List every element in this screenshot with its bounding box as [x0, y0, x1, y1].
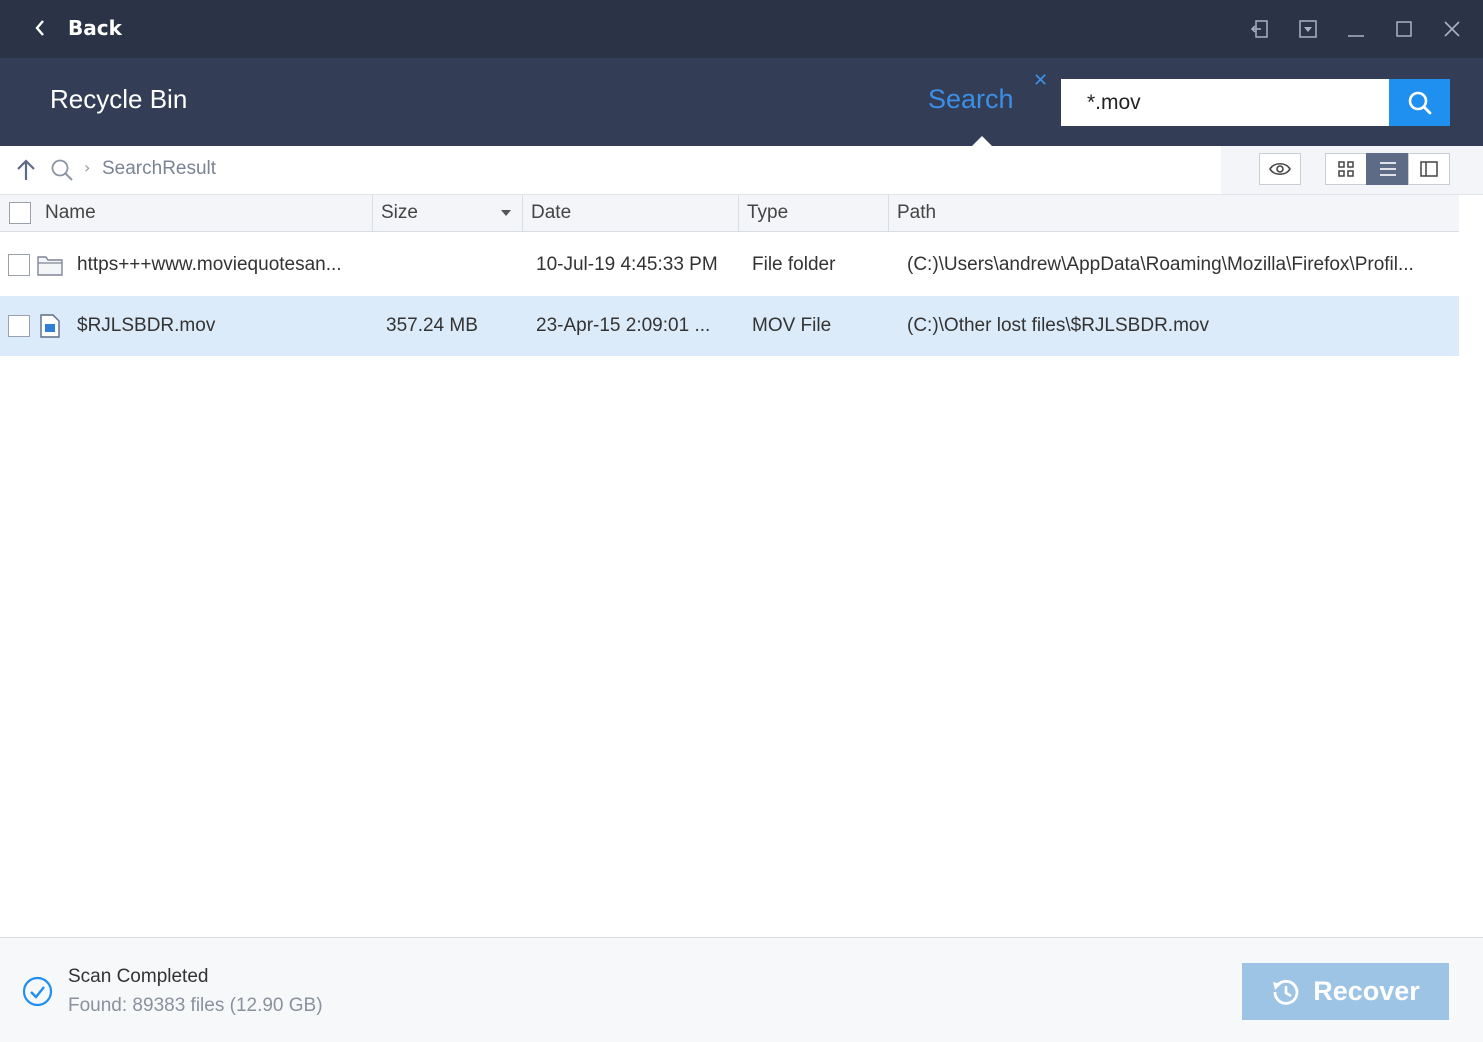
file-size: 357.24 MB [386, 315, 478, 336]
minimize-icon[interactable] [1343, 16, 1369, 42]
back-label: Back [68, 16, 122, 40]
search-button[interactable] [1389, 79, 1450, 126]
chevron-right-icon: › [84, 158, 91, 177]
file-path: (C:)\Users\andrew\AppData\Roaming\Mozill… [907, 254, 1414, 275]
file-path: (C:)\Other lost files\$RJLSBDR.mov [907, 315, 1209, 336]
recover-button[interactable]: Recover [1242, 963, 1449, 1020]
sort-down-icon [501, 210, 511, 216]
grid-view-button[interactable] [1325, 153, 1367, 185]
column-header-path[interactable]: Path [889, 195, 1459, 231]
menu-dropdown-icon[interactable] [1295, 16, 1321, 42]
row-checkbox[interactable] [8, 315, 30, 337]
toolbar: › SearchResult [0, 146, 1483, 195]
view-controls [1221, 146, 1483, 194]
title-bar: Back [0, 0, 1483, 58]
up-arrow-icon[interactable] [14, 158, 38, 182]
table-row[interactable]: $RJLSBDR.mov 357.24 MB 23-Apr-15 2:09:01… [0, 296, 1459, 356]
search-tab[interactable]: Search [928, 84, 1014, 115]
file-type: MOV File [752, 315, 832, 336]
file-icon [40, 296, 62, 356]
column-header-date[interactable]: Date [523, 195, 739, 231]
close-icon[interactable] [1439, 16, 1465, 42]
table-header: Name Size Date Type Path [0, 195, 1459, 232]
search-icon [1408, 91, 1431, 114]
column-header-size-label: Size [381, 202, 418, 223]
status-footer: Scan Completed Found: 89383 files (12.90… [0, 937, 1483, 1042]
list-view-button[interactable] [1366, 153, 1409, 185]
page-title: Recycle Bin [50, 84, 188, 114]
scrollbar-track[interactable] [1459, 195, 1483, 937]
file-name: $RJLSBDR.mov [77, 315, 216, 336]
check-circle-icon [22, 976, 53, 1007]
file-date: 23-Apr-15 2:09:01 ... [536, 315, 711, 336]
maximize-icon[interactable] [1391, 16, 1417, 42]
row-checkbox[interactable] [8, 254, 30, 276]
column-header-size[interactable]: Size [373, 195, 523, 231]
list-icon [1379, 162, 1396, 176]
back-button[interactable]: Back [34, 14, 122, 42]
column-header-type[interactable]: Type [739, 195, 889, 231]
detail-pane-icon [1420, 161, 1438, 177]
status-detail: Found: 89383 files (12.90 GB) [68, 995, 323, 1016]
header: Recycle Bin Search ✕ [0, 58, 1483, 146]
clear-search-icon[interactable]: ✕ [1033, 72, 1048, 90]
file-size [386, 235, 516, 295]
folder-icon [37, 235, 63, 295]
search-tab-indicator [972, 136, 992, 146]
exit-icon[interactable] [1247, 16, 1273, 42]
search-input[interactable] [1061, 79, 1389, 126]
preview-button[interactable] [1259, 153, 1301, 185]
status-title: Scan Completed [68, 966, 209, 987]
table-row[interactable]: https+++www.moviequotesan... 10-Jul-19 4… [0, 235, 1459, 295]
file-type: File folder [752, 254, 836, 275]
grid-icon [1338, 161, 1354, 177]
breadcrumb[interactable]: SearchResult [102, 158, 216, 180]
select-all-checkbox[interactable] [9, 202, 31, 224]
search-icon [50, 158, 74, 182]
history-icon [1273, 979, 1299, 1005]
file-name: https+++www.moviequotesan... [77, 254, 342, 275]
recover-label: Recover [1313, 976, 1420, 1006]
file-date: 10-Jul-19 4:45:33 PM [536, 254, 718, 275]
eye-icon [1269, 162, 1291, 176]
column-header-name[interactable]: Name [37, 195, 373, 231]
chevron-left-icon [35, 20, 44, 36]
detail-view-button[interactable] [1408, 153, 1450, 185]
